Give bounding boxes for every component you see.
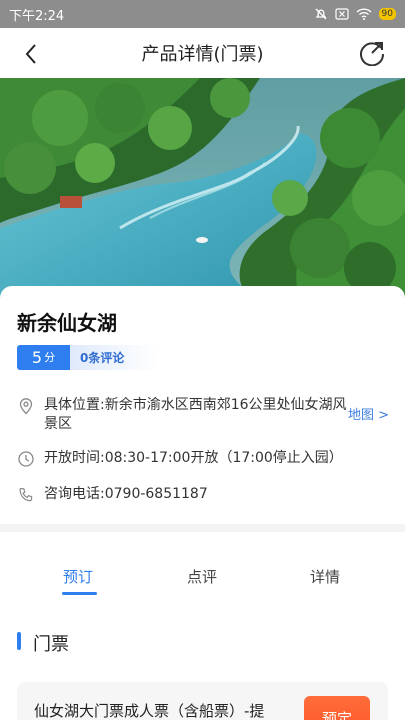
status-time: 下午2:24 (9, 8, 65, 24)
review-count-link[interactable]: 0条评论 (70, 345, 158, 370)
phone-row[interactable]: 咨询电话:0790-6851187 (17, 485, 208, 504)
app-bar: 产品详情(门票) (0, 28, 405, 78)
ticket-item[interactable]: 仙女湖大门票成人票（含船票）-提 预定 (17, 682, 388, 720)
phone-icon (19, 487, 33, 502)
tab-details[interactable]: 详情 (310, 566, 340, 587)
status-bar: 下午2:24 90 (0, 0, 405, 28)
share-button[interactable] (357, 38, 387, 68)
rating-row: 5 分 0条评论 (17, 345, 158, 370)
tab-reviews[interactable]: 点评 (187, 566, 217, 587)
score-unit: 分 (44, 351, 56, 364)
map-link[interactable]: 地图 > (348, 404, 389, 423)
score-value: 5 (31, 348, 43, 367)
battery-icon: 90 (378, 8, 396, 20)
clock-icon (18, 451, 34, 467)
share-icon (360, 42, 385, 66)
page-title: 产品详情(门票) (141, 44, 264, 65)
book-button[interactable]: 预定 (304, 696, 370, 720)
section-marker (17, 632, 21, 650)
tab-booking[interactable]: 预订 (63, 566, 93, 587)
sim-off-icon (334, 8, 349, 20)
product-info-card: 新余仙女湖 5 分 0条评论 具体位置:新余市渝水区西南郊16公里处仙女湖风景区… (0, 286, 405, 524)
status-icons: 90 (314, 7, 396, 21)
mute-bell-icon (315, 8, 327, 20)
address-text: 具体位置:新余市渝水区西南郊16公里处仙女湖风景区 (44, 397, 347, 432)
tabs-section: 预订 点评 详情 门票 仙女湖大门票成人票（含船票）-提 预定 (0, 532, 405, 720)
phone-text: 咨询电话:0790-6851187 (44, 486, 208, 502)
wifi-icon (356, 8, 372, 20)
hero-image (0, 78, 405, 300)
chevron-left-icon (25, 44, 36, 64)
address-row: 具体位置:新余市渝水区西南郊16公里处仙女湖风景区 (17, 396, 347, 434)
section-title: 门票 (33, 634, 69, 655)
hours-row: 开放时间:08:30-17:00开放（17:00停止入园） (17, 449, 343, 468)
location-pin-icon (19, 398, 33, 415)
lake-photo (0, 78, 405, 300)
back-button[interactable] (16, 39, 46, 69)
score-badge: 5 分 (17, 345, 70, 370)
hours-text: 开放时间:08:30-17:00开放（17:00停止入园） (44, 450, 343, 466)
ticket-name: 仙女湖大门票成人票（含船票）-提 (34, 702, 265, 720)
product-name: 新余仙女湖 (17, 311, 117, 335)
active-tab-indicator (62, 592, 97, 595)
